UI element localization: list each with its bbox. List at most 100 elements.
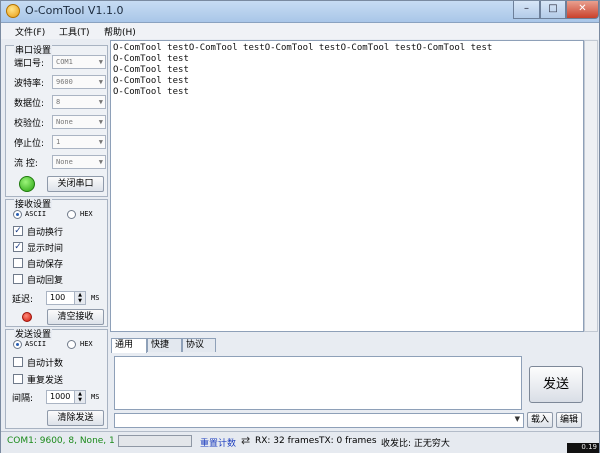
chevron-down-icon: ▼ [514, 415, 520, 423]
version-corner: 0.19 [567, 443, 599, 453]
rx-count: RX: 32 frames [255, 436, 320, 446]
delay-unit: MS [91, 294, 100, 302]
menu-help[interactable]: 帮助(H) [104, 25, 136, 38]
chevron-down-icon: ▼ [98, 58, 103, 66]
send-button[interactable]: 发送 [529, 366, 583, 403]
receive-settings-group: 接收设置 ASCII HEX ✓ 自动换行 ✓ 显示时间 自动保存 自动回复 延… [5, 197, 108, 327]
interval-label: 间隔: [12, 394, 34, 404]
auto-wrap-label: 自动换行 [27, 228, 64, 238]
baud-value: 9600 [56, 78, 73, 86]
app-logo-icon [6, 4, 20, 18]
load-button[interactable]: 载入 [527, 412, 553, 428]
port-label: 端口号: [14, 59, 45, 69]
receive-line: O-ComTool testO-ComTool testO-ComTool te… [113, 43, 493, 53]
auto-save-checkbox[interactable] [13, 258, 23, 268]
chevron-down-icon: ▼ [98, 118, 103, 126]
menu-bar: 文件(F) 工具(T) 帮助(H) [1, 23, 599, 39]
stopbits-select[interactable]: 1 ▼ [52, 135, 106, 149]
receive-ascii-radio[interactable] [13, 210, 22, 219]
auto-wrap-checkbox[interactable]: ✓ [13, 226, 23, 236]
flowcontrol-value: None [56, 158, 73, 166]
receive-line: O-ComTool test [113, 76, 189, 86]
baud-select[interactable]: 9600 ▼ [52, 75, 106, 89]
send-ascii-label: ASCII [25, 340, 47, 348]
baud-label: 波特率: [14, 79, 45, 89]
chevron-down-icon: ▼ [98, 98, 103, 106]
tab-protocol[interactable]: 协议 [182, 338, 216, 352]
databits-label: 数据位: [14, 99, 45, 109]
menu-file[interactable]: 文件(F) [15, 25, 45, 38]
send-settings-group: 发送设置 ASCII HEX 自动计数 重复发送 间隔: 1000 ▲ ▼ MS 清… [5, 327, 108, 429]
tab-general[interactable]: 通用 [111, 338, 147, 353]
databits-select[interactable]: 8 ▼ [52, 95, 106, 109]
spin-down-icon[interactable]: ▼ [74, 298, 85, 304]
stopbits-label: 停止位: [14, 139, 45, 149]
receive-settings-title: 接收设置 [14, 197, 53, 210]
parity-value: None [56, 118, 73, 126]
auto-count-checkbox[interactable] [13, 357, 23, 367]
status-bar: COM1: 9600, 8, None, 1 重置计数 ⇄ RX: 32 fra… [1, 431, 599, 453]
chevron-down-icon: ▼ [98, 78, 103, 86]
show-time-label: 显示时间 [27, 244, 64, 254]
port-status-indicator-icon [19, 176, 35, 192]
clear-send-button[interactable]: 清除发送 [47, 410, 104, 426]
send-textarea[interactable] [114, 356, 522, 410]
databits-value: 8 [56, 98, 61, 106]
repeat-send-label: 重复发送 [27, 376, 64, 386]
send-ascii-radio[interactable] [13, 340, 22, 349]
receive-status-indicator-icon [22, 312, 32, 322]
spin-down-icon[interactable]: ▼ [74, 397, 85, 403]
minimize-button[interactable]: – [513, 1, 540, 19]
port-select[interactable]: COM1 ▼ [52, 55, 106, 69]
auto-reply-checkbox[interactable] [13, 274, 23, 284]
receive-line: O-ComTool test [113, 54, 189, 64]
receive-hex-label: HEX [80, 210, 93, 218]
maximize-button[interactable]: □ [540, 1, 566, 19]
interval-value: 1000 [50, 392, 71, 401]
interval-unit: MS [91, 393, 100, 401]
send-hex-radio[interactable] [67, 340, 76, 349]
auto-count-label: 自动计数 [27, 359, 64, 369]
tx-count: TX: 0 frames [319, 436, 377, 446]
interval-spinner[interactable]: 1000 ▲ ▼ [46, 390, 86, 404]
stopbits-value: 1 [56, 138, 61, 146]
delay-spinner[interactable]: 100 ▲ ▼ [46, 291, 86, 305]
edit-button[interactable]: 编辑 [556, 412, 582, 428]
flowcontrol-label: 流 控: [14, 159, 38, 169]
delay-value: 100 [50, 293, 66, 302]
tab-shortcuts[interactable]: 快捷 [147, 338, 182, 352]
clear-receive-button[interactable]: 清空接收 [47, 309, 104, 325]
progress-bar [118, 435, 192, 447]
delay-label: 延迟: [12, 295, 34, 305]
receive-textarea[interactable]: O-ComTool testO-ComTool testO-ComTool te… [110, 40, 584, 332]
port-info-status: COM1: 9600, 8, None, 1 [7, 436, 115, 446]
reset-count-link[interactable]: 重置计数 [200, 436, 236, 449]
close-port-button[interactable]: 关闭串口 [47, 176, 104, 192]
receive-scrollbar[interactable] [584, 40, 598, 332]
receive-hex-radio[interactable] [67, 210, 76, 219]
parity-select[interactable]: None ▼ [52, 115, 106, 129]
auto-reply-label: 自动回复 [27, 276, 64, 286]
send-history-select[interactable]: ▼ [114, 413, 524, 428]
send-settings-title: 发送设置 [14, 327, 53, 340]
show-time-checkbox[interactable]: ✓ [13, 242, 23, 252]
close-button[interactable]: ✕ [566, 1, 599, 19]
serial-settings-title: 串口设置 [14, 43, 53, 56]
settings-panel: 串口设置 端口号: COM1 ▼ 波特率: 9600 ▼ 数据位: 8 ▼ 校验位: … [5, 39, 109, 431]
flowcontrol-select[interactable]: None ▼ [52, 155, 106, 169]
send-hex-label: HEX [80, 340, 93, 348]
receive-ascii-label: ASCII [25, 210, 47, 218]
port-value: COM1 [56, 58, 73, 66]
chevron-down-icon: ▼ [98, 138, 103, 146]
serial-settings-group: 串口设置 端口号: COM1 ▼ 波特率: 9600 ▼ 数据位: 8 ▼ 校验位: … [5, 43, 108, 197]
auto-save-label: 自动保存 [27, 260, 64, 270]
repeat-send-checkbox[interactable] [13, 374, 23, 384]
window-title: O-ComTool V1.1.0 [25, 4, 124, 17]
refresh-icon[interactable]: ⇄ [241, 434, 250, 447]
send-receive-ratio: 收发比: 正无穷大 [381, 439, 450, 449]
app-window: O-ComTool V1.1.0 – □ ✕ 文件(F) 工具(T) 帮助(H)… [0, 0, 600, 453]
menu-tools[interactable]: 工具(T) [59, 25, 90, 38]
chevron-down-icon: ▼ [98, 158, 103, 166]
title-bar[interactable]: O-ComTool V1.1.0 – □ ✕ [1, 1, 599, 23]
parity-label: 校验位: [14, 119, 45, 129]
